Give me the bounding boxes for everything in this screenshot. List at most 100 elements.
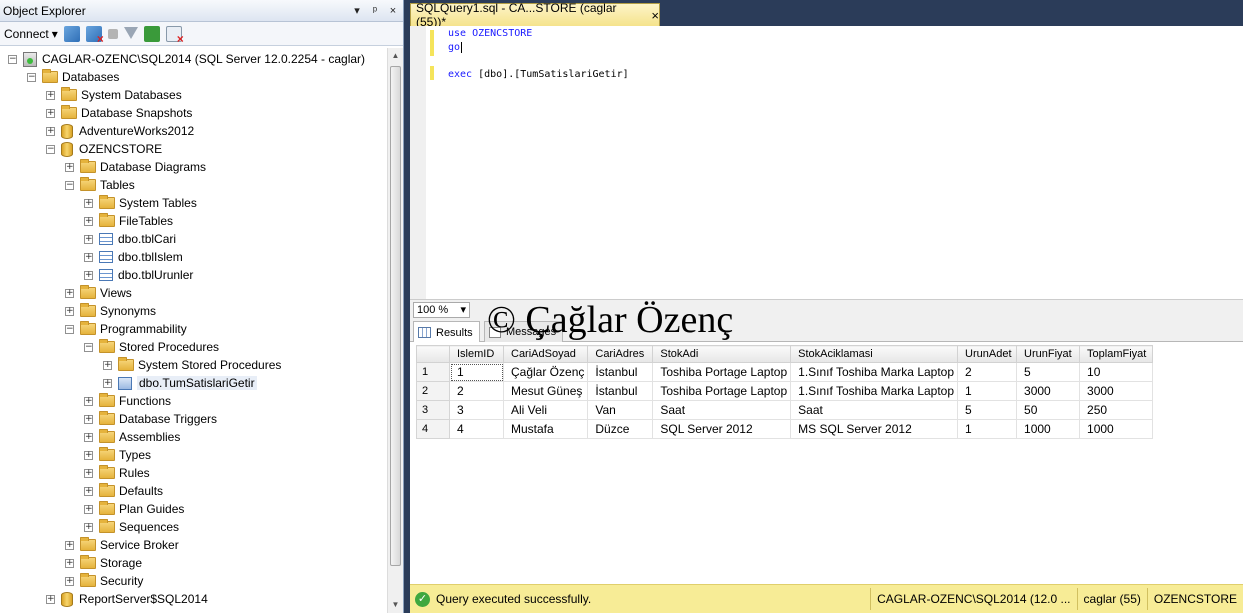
expand-icon[interactable]: + [46, 90, 55, 100]
column-header[interactable]: IslemID [449, 345, 504, 363]
tab-results[interactable]: Results [413, 321, 480, 343]
grid-cell[interactable]: MS SQL Server 2012 [790, 419, 959, 439]
row-number-header[interactable] [416, 345, 450, 363]
expand-icon[interactable]: + [84, 414, 93, 424]
tree-node-functions[interactable]: + Functions [84, 392, 171, 410]
code-line[interactable]: exec [dbo].[TumSatislariGetir] [448, 69, 629, 80]
grid-cell[interactable]: 1.Sınıf Toshiba Marka Laptop [790, 381, 959, 401]
expand-icon[interactable]: + [46, 108, 55, 118]
grid-cell[interactable]: Ali Veli [502, 400, 589, 420]
grid-cell[interactable]: 1.Sınıf Toshiba Marka Laptop [790, 362, 959, 382]
expand-icon[interactable]: + [84, 216, 93, 226]
grid-cell[interactable]: 1 [957, 419, 1018, 439]
tree-node-filetables[interactable]: + FileTables [84, 212, 173, 230]
expand-icon[interactable]: + [65, 306, 74, 316]
expand-icon[interactable]: + [65, 162, 74, 172]
tree-node-server[interactable]: − CAGLAR-OZENC\SQL2014 (SQL Server 12.0.2… [8, 50, 365, 68]
expand-icon[interactable]: + [84, 504, 93, 514]
row-number[interactable]: 4 [416, 419, 450, 439]
collapse-icon[interactable]: − [65, 324, 74, 334]
grid-cell[interactable]: 4 [449, 419, 504, 439]
expand-icon[interactable]: + [65, 576, 74, 586]
tree-node-tumsatislarigetir[interactable]: + dbo.TumSatislariGetir [103, 374, 257, 392]
tree-node-tables[interactable]: − Tables [65, 176, 135, 194]
expand-icon[interactable]: + [84, 450, 93, 460]
grid-cell[interactable]: Mesut Güneş [502, 381, 589, 401]
grid-cell[interactable]: Çağlar Özenç [502, 362, 589, 382]
code-line[interactable]: go [448, 42, 463, 53]
grid-cell[interactable]: 2 [449, 381, 504, 401]
collapse-icon[interactable]: − [8, 54, 17, 64]
collapse-icon[interactable]: − [27, 72, 36, 82]
grid-cell[interactable]: 5 [1016, 362, 1081, 382]
collapse-icon[interactable]: − [65, 180, 74, 190]
grid-cell[interactable]: 3 [449, 400, 504, 420]
tree-node-defaults[interactable]: + Defaults [84, 482, 163, 500]
tree-node-system-tables[interactable]: + System Tables [84, 194, 197, 212]
tree-node-synonyms[interactable]: + Synonyms [65, 302, 156, 320]
expand-icon[interactable]: + [84, 234, 93, 244]
grid-cell[interactable]: Van [587, 400, 654, 420]
tree-node-system-databases[interactable]: + System Databases [46, 86, 182, 104]
column-header[interactable]: UrunAdet [957, 345, 1018, 363]
expand-icon[interactable]: + [103, 360, 112, 370]
disconnect-icon[interactable] [85, 25, 104, 46]
close-icon[interactable]: × [385, 3, 401, 19]
grid-cell[interactable]: 2 [957, 362, 1018, 382]
row-number[interactable]: 2 [416, 381, 450, 401]
grid-cell[interactable]: Toshiba Portage Laptop [652, 362, 792, 382]
grid-cell[interactable]: 1000 [1016, 419, 1081, 439]
tree-node-sequences[interactable]: + Sequences [84, 518, 179, 536]
scrollbar-thumb[interactable] [390, 66, 401, 566]
column-header[interactable]: StokAdi [652, 345, 792, 363]
tree-node-types[interactable]: + Types [84, 446, 151, 464]
expand-icon[interactable]: + [46, 594, 55, 604]
grid-cell[interactable]: 250 [1079, 400, 1154, 420]
tree-node-rules[interactable]: + Rules [84, 464, 150, 482]
expand-icon[interactable]: + [84, 270, 93, 280]
expand-icon[interactable]: + [84, 432, 93, 442]
row-number[interactable]: 1 [416, 362, 450, 382]
tree-node-service-broker[interactable]: + Service Broker [65, 536, 179, 554]
expand-icon[interactable]: + [65, 540, 74, 550]
collapse-icon[interactable]: − [46, 144, 55, 154]
tree-scrollbar[interactable]: ▲ ▼ [387, 48, 403, 613]
grid-cell[interactable]: 50 [1016, 400, 1081, 420]
connect-button[interactable]: Connect ▾ [4, 27, 58, 41]
refresh-icon[interactable] [143, 25, 160, 42]
tree-node-system-stored-procedures[interactable]: + System Stored Procedures [103, 356, 281, 374]
tree-node-security[interactable]: + Security [65, 572, 143, 590]
column-header[interactable]: ToplamFiyat [1079, 345, 1154, 363]
tree-node-ozencstore[interactable]: − OZENCSTORE [46, 140, 162, 158]
tree-node-stored-procedures[interactable]: − Stored Procedures [84, 338, 219, 356]
collapse-all-icon[interactable] [165, 25, 184, 46]
zoom-select[interactable]: 100 % ▾ [413, 301, 470, 318]
grid-cell[interactable]: 1 [957, 381, 1018, 401]
grid-cell[interactable]: Mustafa [502, 419, 589, 439]
tab-close-icon[interactable]: × [651, 8, 659, 23]
grid-cell[interactable]: 3000 [1079, 381, 1154, 401]
tree-node-databases[interactable]: − Databases [27, 68, 119, 86]
filter-icon[interactable] [123, 26, 138, 41]
connect-object-explorer-icon[interactable] [63, 25, 80, 42]
grid-cell[interactable]: Düzce [587, 419, 654, 439]
grid-cell[interactable]: 1000 [1079, 419, 1154, 439]
expand-icon[interactable]: + [84, 468, 93, 478]
column-header[interactable]: CariAdSoyad [502, 345, 589, 363]
grid-cell[interactable]: Saat [652, 400, 792, 420]
tree-node-plan-guides[interactable]: + Plan Guides [84, 500, 184, 518]
tree-node-database-diagrams[interactable]: + Database Diagrams [65, 158, 206, 176]
query-editor[interactable]: use OZENCSTORE go exec [dbo].[TumSatisla… [410, 26, 1243, 299]
tree-node-database-triggers[interactable]: + Database Triggers [84, 410, 217, 428]
grid-cell[interactable]: İstanbul [587, 362, 654, 382]
expand-icon[interactable]: + [46, 126, 55, 136]
tree-node-storage[interactable]: + Storage [65, 554, 142, 572]
grid-cell[interactable]: Toshiba Portage Laptop [652, 381, 792, 401]
expand-icon[interactable]: + [65, 558, 74, 568]
pin-icon[interactable]: ᵖ [367, 3, 383, 19]
window-position-icon[interactable]: ▾ [349, 3, 365, 19]
tree-node-tblurunler[interactable]: + dbo.tblUrunler [84, 266, 193, 284]
tree-node-views[interactable]: + Views [65, 284, 132, 302]
expand-icon[interactable]: + [65, 288, 74, 298]
tree-node-adventureworks2012[interactable]: + AdventureWorks2012 [46, 122, 194, 140]
